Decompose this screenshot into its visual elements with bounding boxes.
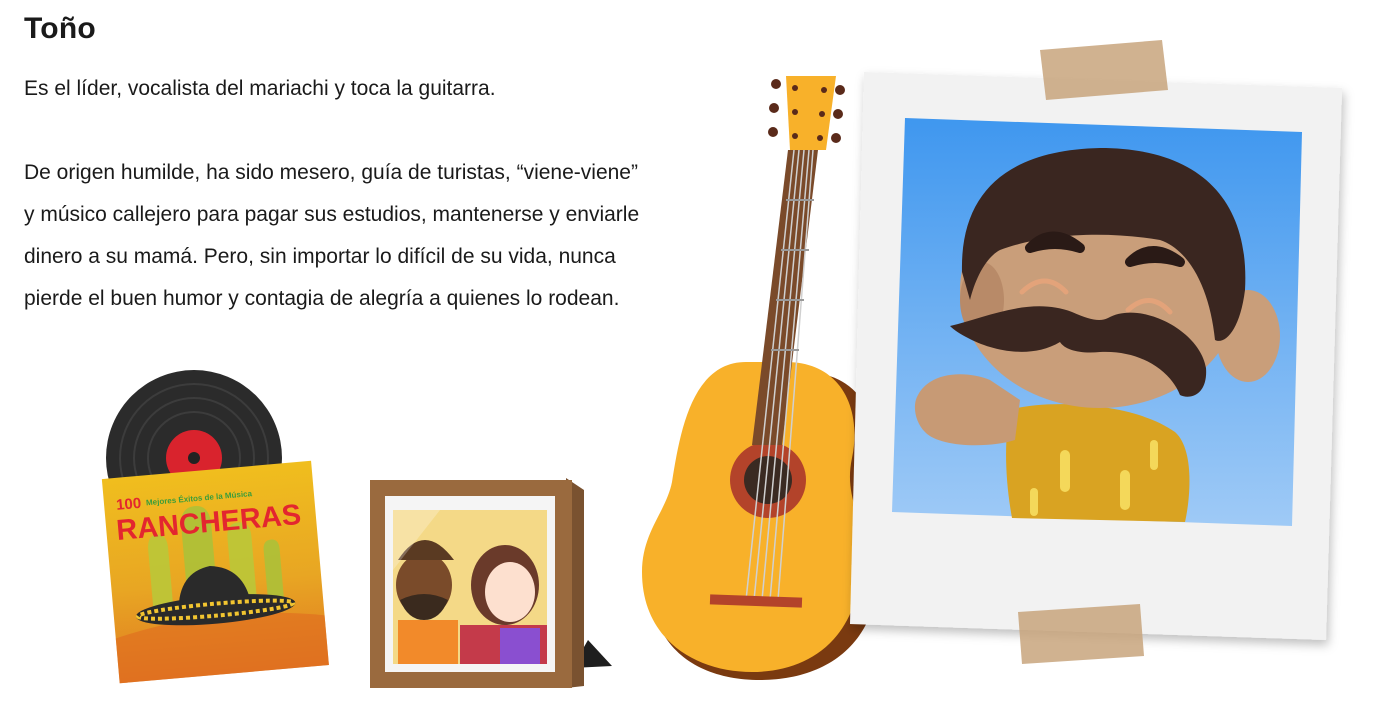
album-number: 100 xyxy=(115,495,141,514)
photo-frame-icon xyxy=(370,478,612,688)
album-cover-icon: 100 Mejores Éxitos de la Música RANCHERA… xyxy=(101,460,329,684)
polaroid-photo-icon xyxy=(850,40,1342,664)
guitar-icon xyxy=(642,76,880,680)
illustration: 100 Mejores Éxitos de la Música RANCHERA… xyxy=(101,40,1342,688)
